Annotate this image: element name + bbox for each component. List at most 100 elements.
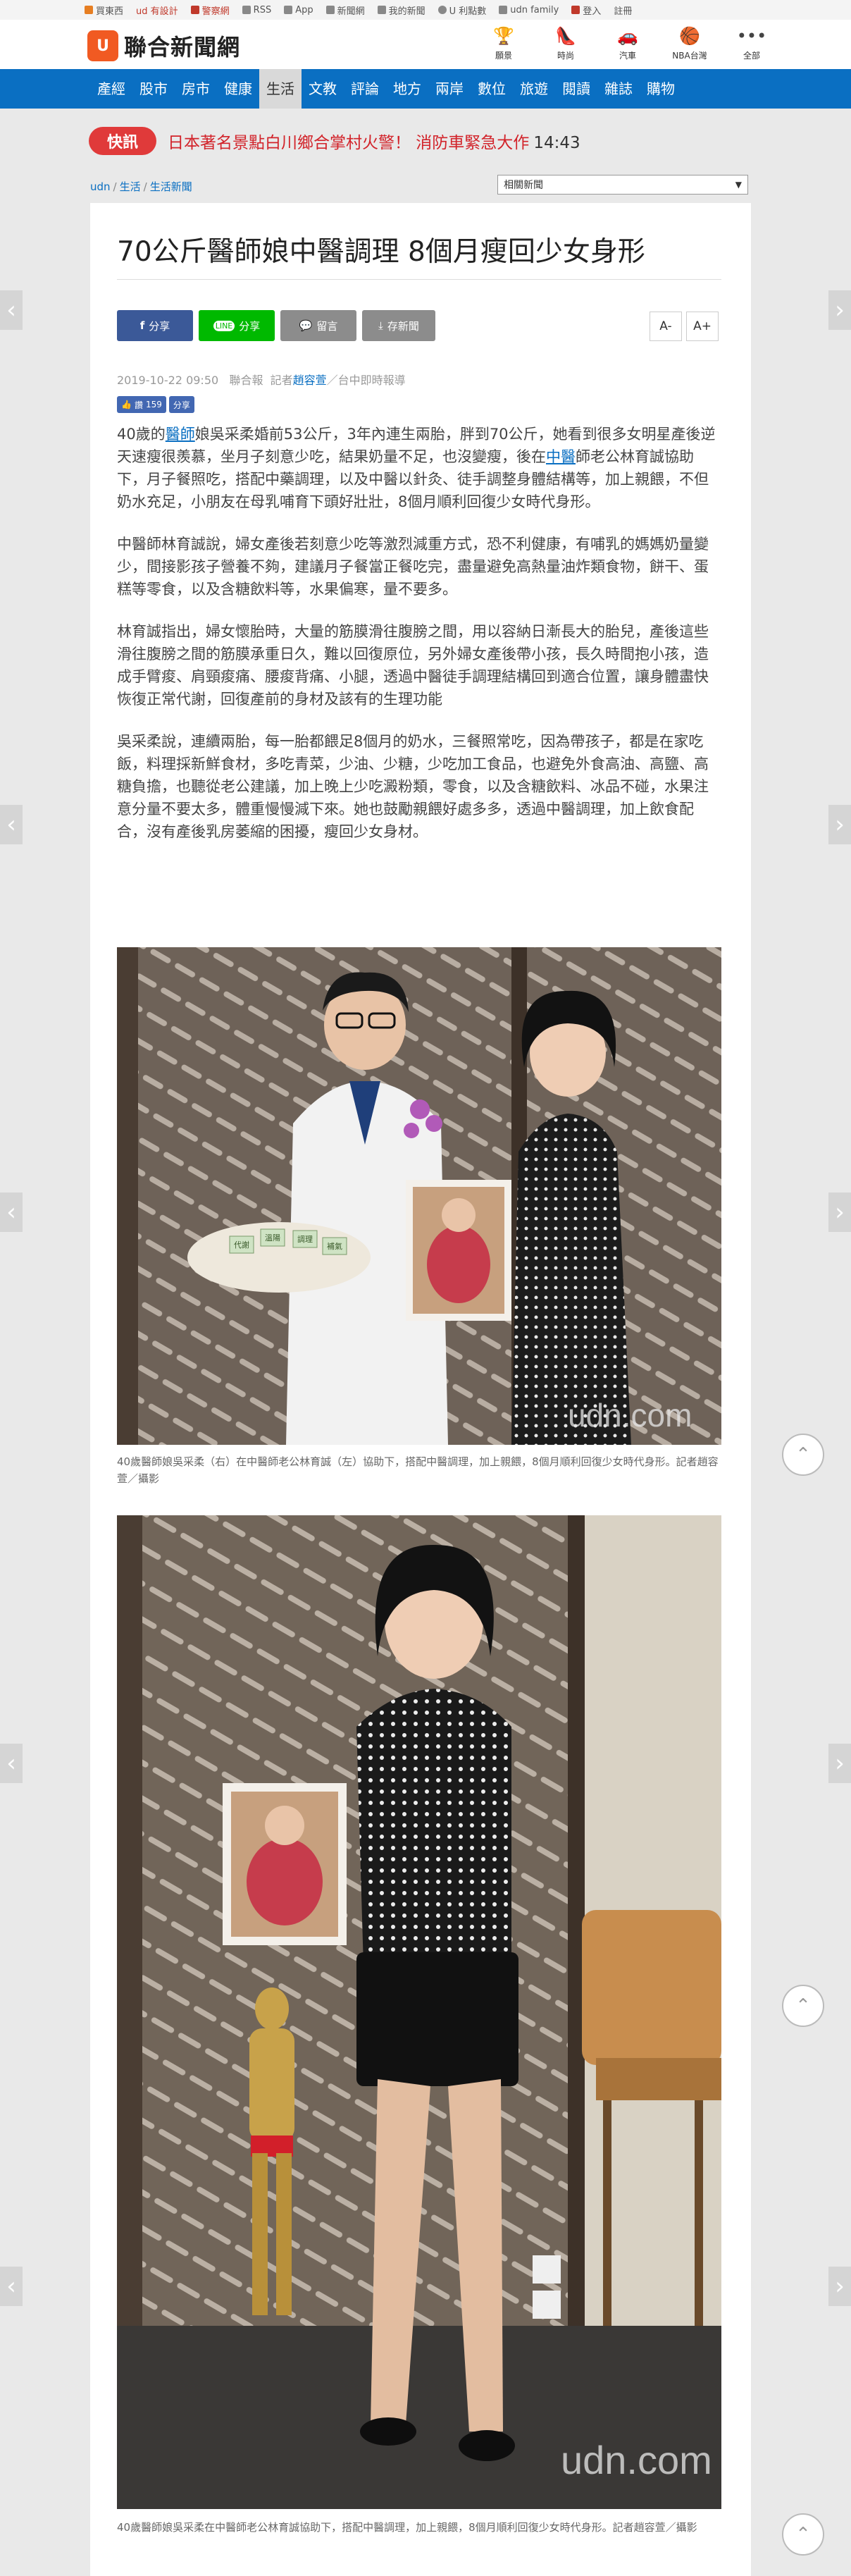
prev-article-arrow[interactable]: ‹ xyxy=(0,1744,23,1783)
quick-link-all[interactable]: ••• 全部 xyxy=(730,25,774,61)
article-photo-1[interactable]: udn.com 代謝 溫陽 調理 補氣 xyxy=(117,947,721,1445)
nav-item-11[interactable]: 閱讀 xyxy=(555,69,597,109)
facebook-icon: f xyxy=(139,319,145,332)
svg-text:調理: 調理 xyxy=(297,1234,313,1244)
line-icon: LINE xyxy=(213,320,235,331)
util-link-newsnet[interactable]: 新聞網 xyxy=(325,4,365,17)
more-icon: ••• xyxy=(736,26,767,46)
nav-item-12[interactable]: 雜誌 xyxy=(597,69,640,109)
line-share-button[interactable]: LINE 分享 xyxy=(199,310,275,341)
facebook-like-button[interactable]: 👍 讚 159 xyxy=(117,396,166,413)
next-article-arrow[interactable]: › xyxy=(828,1193,851,1232)
next-article-arrow[interactable]: › xyxy=(828,290,851,330)
photo-caption-1: 40歲醫師娘吳采柔（右）在中醫師老公林育誠（左）協助下，搭配中醫調理，加上親餵，… xyxy=(117,1455,719,1485)
related-news-select[interactable]: 相關新聞 ▼ xyxy=(497,175,748,195)
next-article-arrow[interactable]: › xyxy=(828,805,851,844)
breadcrumb-life-news[interactable]: 生活新聞 xyxy=(150,180,192,193)
nav-item-3[interactable]: 健康 xyxy=(217,69,259,109)
breaking-news[interactable]: 快訊 日本著名景點白川鄉合掌村火警！ 消防車緊急大作 14:43 xyxy=(89,125,580,156)
quick-link-fashion[interactable]: 👠 時尚 xyxy=(544,25,588,61)
save-news-button[interactable]: ⤓ 存新聞 xyxy=(362,310,435,341)
quick-links: 🏆 願景 👠 時尚 🚗 汽車 🏀 NBA台灣 ••• 全部 xyxy=(482,25,774,61)
svg-text:補氣: 補氣 xyxy=(327,1241,342,1251)
util-link-shop[interactable]: 買東西 xyxy=(85,4,123,17)
nav-item-4[interactable]: 生活 xyxy=(259,69,302,109)
utility-links: 買東西 ud 有設計 警察網 RSS App 新聞網 我的新聞 U 利點數 ud… xyxy=(85,0,632,20)
breaking-headline[interactable]: 日本著名景點白川鄉合掌村火警！ 消防車緊急大作 14:43 xyxy=(168,129,580,153)
util-link-design[interactable]: ud 有設計 xyxy=(136,4,178,17)
paragraph-2: 中醫師林育誠說，婦女產後若刻意少吃等激烈減重方式，恐不利健康，有哺乳的媽媽奶量變… xyxy=(117,536,709,598)
prev-article-arrow[interactable]: ‹ xyxy=(0,2267,23,2306)
site-name: 聯合新聞網 xyxy=(124,34,241,61)
divider xyxy=(117,279,721,280)
nav-item-2[interactable]: 房市 xyxy=(175,69,217,109)
share-buttons: f 分享 LINE 分享 💬 留言 ⤓ 存新聞 xyxy=(117,310,435,341)
paragraph-1: 40歲的醫師娘吳采柔婚前53公斤，3年內連生兩胎，胖到70公斤，她看到很多女明星… xyxy=(117,426,716,510)
article-meta: 2019-10-22 09:50 聯合報 記者趙容萱／台中即時報導 xyxy=(117,374,406,387)
prev-article-arrow[interactable]: ‹ xyxy=(0,1193,23,1232)
basketball-icon: 🏀 xyxy=(679,26,700,46)
svg-text:溫陽: 溫陽 xyxy=(265,1233,280,1243)
police-icon xyxy=(190,6,199,14)
photo-watermark: udn.com xyxy=(568,1397,692,1434)
breaking-time: 14:43 xyxy=(533,134,580,152)
nav-items: 產經 股市 房市 健康 生活 文教 評論 地方 兩岸 數位 旅遊 閱讀 雜誌 購物 xyxy=(90,69,682,109)
next-article-arrow[interactable]: › xyxy=(828,2267,851,2306)
nav-item-6[interactable]: 評論 xyxy=(344,69,386,109)
util-register[interactable]: 註冊 xyxy=(614,4,632,17)
nav-item-10[interactable]: 旅遊 xyxy=(513,69,555,109)
article-photo-2[interactable]: udn.com xyxy=(117,1515,721,2509)
breadcrumb-home[interactable]: udn xyxy=(90,180,111,193)
util-link-family[interactable]: udn family xyxy=(499,5,559,16)
keyword-link-doctor[interactable]: 醫師 xyxy=(166,426,195,443)
util-link-app[interactable]: App xyxy=(284,5,313,16)
nav-item-8[interactable]: 兩岸 xyxy=(428,69,471,109)
util-link-mynews[interactable]: 我的新聞 xyxy=(377,4,426,17)
breadcrumb: udn / 生活 / 生活新聞 xyxy=(90,180,192,193)
nav-item-13[interactable]: 購物 xyxy=(640,69,682,109)
util-link-rss[interactable]: RSS xyxy=(242,5,271,16)
article-location: ／台中即時報導 xyxy=(326,374,406,387)
next-article-arrow[interactable]: › xyxy=(828,1744,851,1783)
breadcrumb-life[interactable]: 生活 xyxy=(120,180,141,193)
article-source: 聯合報 xyxy=(229,374,263,387)
util-link-points[interactable]: U 利點數 xyxy=(437,4,486,17)
back-to-top-button[interactable]: ⌃ xyxy=(782,1434,824,1476)
back-to-top-button[interactable]: ⌃ xyxy=(782,2513,824,2556)
my-news-icon xyxy=(377,6,386,14)
prev-article-arrow[interactable]: ‹ xyxy=(0,290,23,330)
util-link-police[interactable]: 警察網 xyxy=(190,4,230,17)
save-icon: ⤓ xyxy=(378,319,383,332)
comment-button[interactable]: 💬 留言 xyxy=(280,310,356,341)
facebook-share-button[interactable]: f 分享 xyxy=(117,310,193,341)
breaking-badge: 快訊 xyxy=(89,127,156,155)
site-logo[interactable]: U 聯合新聞網 xyxy=(87,30,240,62)
facebook-share-small-button[interactable]: 分享 xyxy=(168,396,194,413)
keyword-link-tcm[interactable]: 中醫 xyxy=(546,448,576,465)
prev-article-arrow[interactable]: ‹ xyxy=(0,805,23,844)
nav-item-1[interactable]: 股市 xyxy=(132,69,175,109)
quick-link-vision[interactable]: 🏆 願景 xyxy=(482,25,526,61)
quick-link-car[interactable]: 🚗 汽車 xyxy=(606,25,650,61)
font-larger-button[interactable]: A+ xyxy=(686,312,719,341)
site-header: U 聯合新聞網 🏆 願景 👠 時尚 🚗 汽車 🏀 NBA台灣 ••• 全部 xyxy=(0,20,851,69)
quick-link-nba[interactable]: 🏀 NBA台灣 xyxy=(668,25,712,61)
shop-icon xyxy=(85,6,93,14)
rss-icon xyxy=(242,6,251,14)
photo-watermark: udn.com xyxy=(561,2438,712,2482)
reporter-link[interactable]: 趙容萱 xyxy=(293,374,327,387)
points-icon xyxy=(437,6,447,14)
chevron-down-icon: ▼ xyxy=(735,180,742,190)
like-count: 159 xyxy=(145,400,162,409)
font-smaller-button[interactable]: A- xyxy=(650,312,682,341)
family-icon xyxy=(499,6,508,14)
nav-item-7[interactable]: 地方 xyxy=(386,69,428,109)
photo-caption-2: 40歲醫師娘吳采柔在中醫師老公林育誠協助下，搭配中醫調理，加上親餵，8個月順利回… xyxy=(117,2521,697,2534)
nav-item-5[interactable]: 文教 xyxy=(302,69,344,109)
car-icon: 🚗 xyxy=(617,26,638,46)
nav-item-9[interactable]: 數位 xyxy=(471,69,513,109)
nav-item-0[interactable]: 產經 xyxy=(90,69,132,109)
back-to-top-button[interactable]: ⌃ xyxy=(782,1985,824,2027)
util-login[interactable]: 登入 xyxy=(571,4,601,17)
paragraph-3: 林育誠指出，婦女懷胎時，大量的筋膜滑往腹膀之間，用以容納日漸長大的胎兒，產後這些… xyxy=(117,623,709,708)
